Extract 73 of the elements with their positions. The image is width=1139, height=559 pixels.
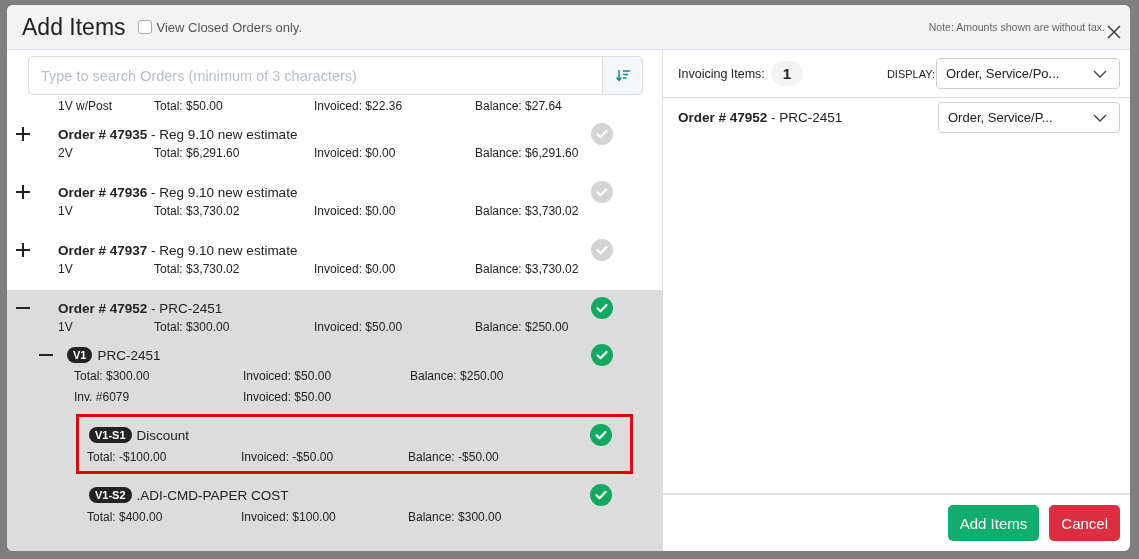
expanded-order-panel[interactable] <box>7 290 662 551</box>
service-name: .ADI-CMD-PAPER COST <box>136 487 289 503</box>
version-name: PRC-2451 <box>97 347 161 363</box>
balance-text: Balance: $3,730.02 <box>475 203 580 220</box>
highlighted-service[interactable]: V1-S1 Discount Total: -$100.00 Invoiced: -$50.00 Balance: -$50.00 <box>76 414 633 474</box>
order-row[interactable]: Order # 47935 - Reg 9.10 new estimate 2V Total: $6,291.60 Invoiced: $0.00 Balance: $6,291.60 <box>7 120 662 174</box>
expand-icon[interactable] <box>16 243 30 257</box>
order-title: Order # 47952 - PRC-2451 <box>58 300 223 316</box>
invoiced-text: Invoiced: $50.00 <box>243 368 333 385</box>
sort-button[interactable] <box>602 56 643 95</box>
invoiced-text: Invoiced: $50.00 <box>314 319 404 336</box>
check-icon[interactable] <box>591 123 613 145</box>
sort-icon <box>615 69 630 82</box>
invoiced-text: Invoiced: $100.00 <box>241 509 337 526</box>
total-text: Total: $6,291.60 <box>154 145 241 162</box>
version-count: 1V <box>58 203 74 220</box>
invoiced-text: Invoiced: $0.00 <box>314 203 397 220</box>
service-row[interactable]: V1-S2 .ADI-CMD-PAPER COST Total: $400.00 Invoiced: $100.00 Balance: $300.00 <box>76 474 633 534</box>
search-field[interactable]: Type to search Orders (minimum of 3 characters) <box>28 56 602 95</box>
balance-text: Balance: $27.64 <box>475 98 563 115</box>
version-count: 1V w/Post <box>58 98 114 115</box>
service-badge: V1-S1 <box>89 427 132 443</box>
expand-icon[interactable] <box>16 185 30 199</box>
invoiced-text: Invoiced: $22.36 <box>314 98 404 115</box>
check-icon[interactable] <box>591 181 613 203</box>
invoicing-items-label: Invoicing Items: <box>678 66 765 81</box>
order-title: Order # 47936 - Reg 9.10 new estimate <box>58 184 298 200</box>
balance-text: Balance: $250.00 <box>410 368 505 385</box>
service-name: Discount <box>136 427 190 443</box>
check-icon[interactable] <box>591 239 613 261</box>
invoicing-item-title: Order # 47952 - PRC-2451 <box>678 110 843 125</box>
balance-text: Balance: $300.00 <box>408 509 503 526</box>
total-text: Total: $50.00 <box>154 98 224 115</box>
invoice-number: Inv. #6079 <box>74 389 131 406</box>
check-icon[interactable] <box>590 484 612 506</box>
total-text: Total: $3,730.02 <box>154 261 241 278</box>
cancel-button[interactable]: Cancel <box>1049 505 1120 541</box>
tax-note: Note: Amounts shown are without tax. <box>928 21 1105 33</box>
close-icon[interactable] <box>1107 25 1121 39</box>
expand-icon[interactable] <box>16 127 30 141</box>
total-text: Total: -$100.00 <box>87 449 168 466</box>
item-count: 1 <box>770 61 804 86</box>
order-title: Order # 47937 - Reg 9.10 new estimate <box>58 242 298 258</box>
balance-text: Balance: $3,730.02 <box>475 261 580 278</box>
check-icon[interactable] <box>591 297 613 319</box>
total-text: Total: $3,730.02 <box>154 203 241 220</box>
dialog-title: Add Items <box>22 13 126 41</box>
balance-text: Balance: -$50.00 <box>408 449 500 466</box>
invoiced-text: Invoiced: $0.00 <box>314 261 397 278</box>
invoiced-text: Invoiced: $50.00 <box>243 389 333 406</box>
closed-orders-checkbox[interactable]: View Closed Orders only. <box>137 19 303 35</box>
order-title: Order # 47935 - Reg 9.10 new estimate <box>58 126 298 142</box>
version-count: 1V <box>58 319 74 336</box>
total-text: Total: $400.00 <box>87 509 164 526</box>
total-text: Total: $300.00 <box>154 319 231 336</box>
invoiced-text: Invoiced: -$50.00 <box>241 449 335 466</box>
chevron-icon <box>1093 69 1107 78</box>
check-icon[interactable] <box>590 424 612 446</box>
version-badge: V1 <box>67 347 93 363</box>
service-badge: V1-S2 <box>89 487 132 503</box>
version-count: 1V <box>58 261 74 278</box>
total-text: Total: $300.00 <box>74 368 151 385</box>
version-count: 2V <box>58 145 74 162</box>
check-icon[interactable] <box>591 344 613 366</box>
order-row[interactable]: Order # 47937 - Reg 9.10 new estimate 1V Total: $3,730.02 Invoiced: $0.00 Balance: $3,730.02 <box>7 232 662 290</box>
balance-text: Balance: $250.00 <box>475 319 570 336</box>
chevron-icon <box>1093 113 1107 122</box>
item-display-select[interactable]: Order, Service/P... <box>938 102 1120 133</box>
display-label: DISPLAY: <box>886 67 935 80</box>
balance-text: Balance: $6,291.60 <box>475 145 580 162</box>
display-select[interactable]: Order, Service/Po... <box>936 58 1120 89</box>
order-row[interactable]: Order # 47936 - Reg 9.10 new estimate 1V Total: $3,730.02 Invoiced: $0.00 Balance: $3,730.02 <box>7 174 662 232</box>
invoiced-text: Invoiced: $0.00 <box>314 145 397 162</box>
